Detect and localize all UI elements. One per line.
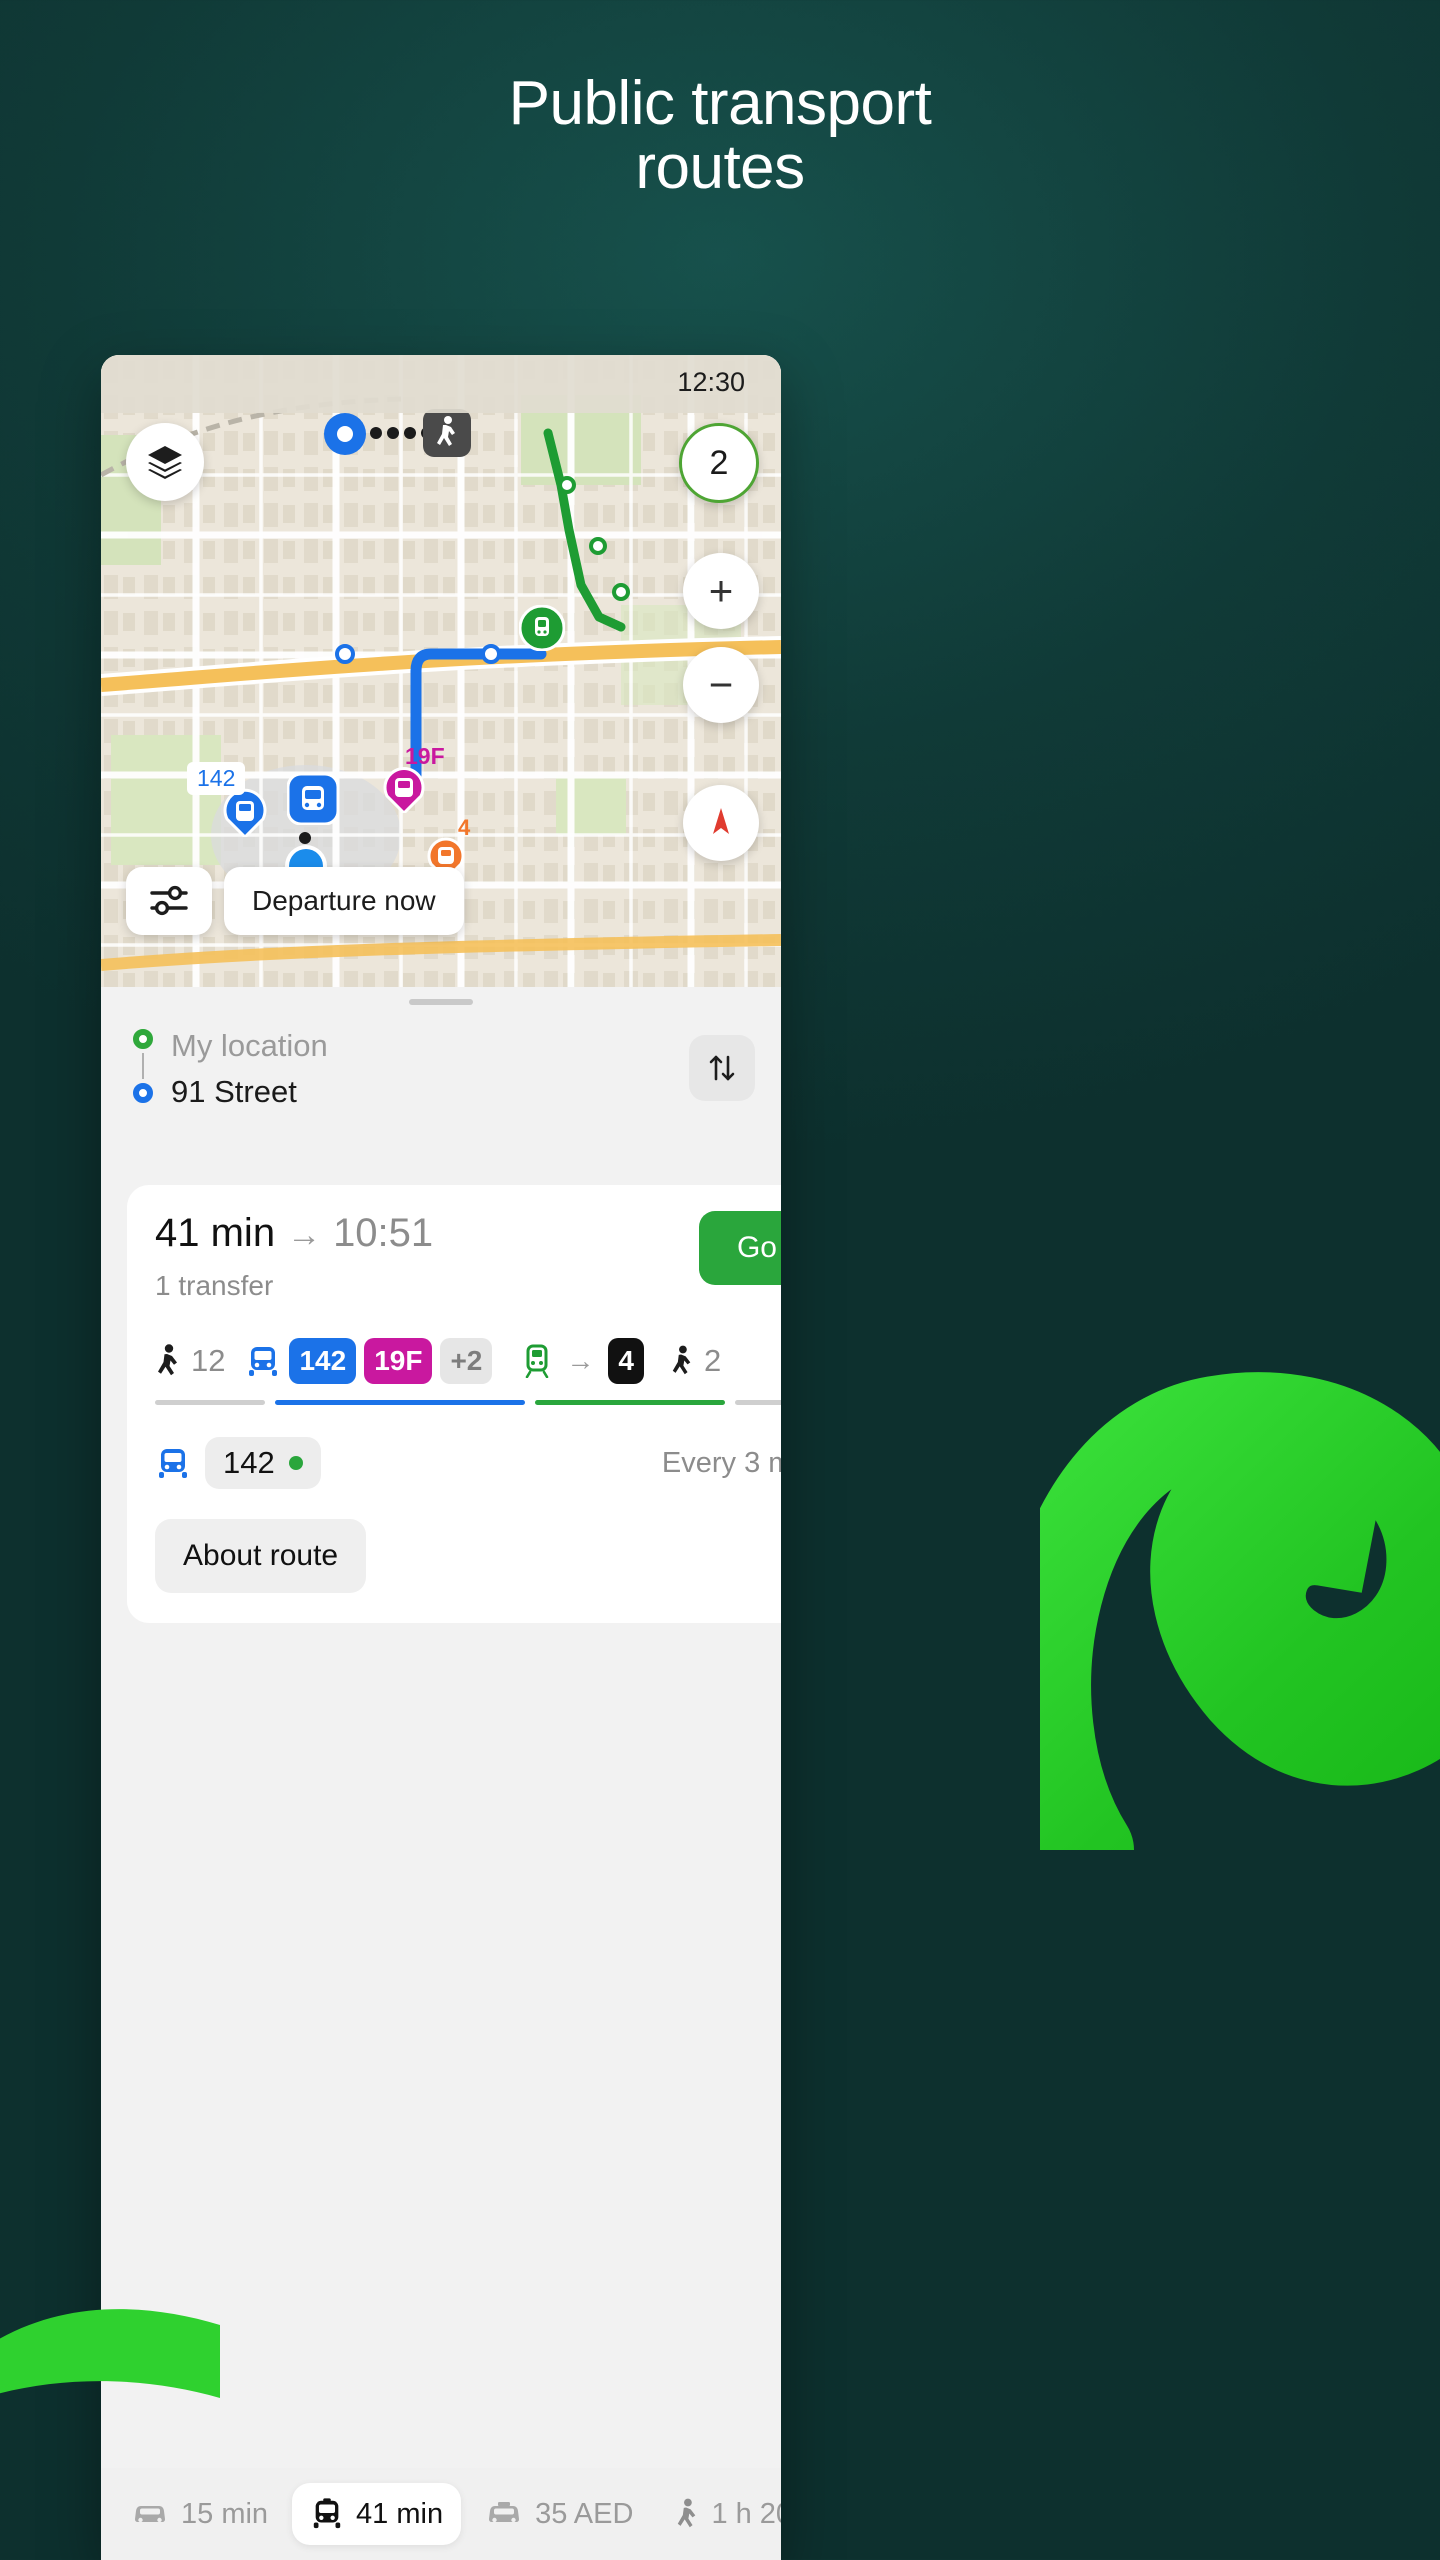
tab-walk-label: 1 h 20 m — [711, 2497, 781, 2530]
tab-car-label: 15 min — [181, 2497, 269, 2530]
map-label-tram-4: 4 — [458, 815, 471, 840]
pedestrian-icon — [672, 1345, 691, 1375]
route-duration-line: 41 min → 10:51 — [155, 1211, 699, 1256]
frequency-text: Every 3 min — [661, 1446, 781, 1479]
page-title: Public transport routes — [0, 69, 1440, 203]
taxi-icon — [489, 2502, 520, 2523]
tram-station-marker[interactable] — [519, 605, 565, 651]
bus-icon — [159, 1449, 187, 1478]
pedestrian-marker[interactable] — [423, 409, 471, 457]
origin-marker — [323, 412, 367, 456]
segment-bus: 142 19F +2 — [245, 1338, 493, 1384]
arrow-right-icon: → — [287, 1216, 322, 1254]
route-sheet: My location 91 Street 41 min → 10:51 1 t… — [101, 987, 781, 2560]
destination-dot — [133, 1083, 153, 1103]
tab-transit-label: 41 min — [356, 2497, 444, 2530]
endpoints-row: My location 91 Street — [101, 1005, 781, 1127]
route-eta: 10:51 — [333, 1211, 434, 1255]
route-cards: 41 min → 10:51 1 transfer Go 12 142 19F … — [101, 1185, 781, 1623]
route-filter-button[interactable] — [126, 867, 212, 935]
transport-mode-tabs: 15 min 41 min 35 AED 1 h 2 — [101, 2468, 781, 2560]
tab-transit[interactable]: 41 min — [292, 2483, 462, 2545]
tram-stop-marker-19f[interactable] — [383, 765, 425, 813]
destination-field[interactable]: 91 Street — [171, 1069, 689, 1115]
tab-taxi[interactable]: 35 AED — [467, 2484, 651, 2545]
route-segments: 12 142 19F +2 → 4 2 — [155, 1338, 781, 1384]
layers-icon — [148, 446, 182, 479]
endpoint-dots — [131, 1023, 171, 1103]
about-route-button[interactable]: About route — [155, 1519, 367, 1593]
tab-car[interactable]: 15 min — [113, 2484, 286, 2545]
compass-button[interactable] — [683, 785, 759, 861]
page-title-line2: routes — [635, 133, 805, 203]
segment-walk-end: 2 — [670, 1343, 721, 1379]
segment-progress-bars — [155, 1400, 781, 1405]
bus-icon — [313, 2498, 341, 2529]
map-view[interactable]: 12:30 142 19F 4 2 + − Departure now — [101, 355, 781, 987]
route-variants-button[interactable]: 2 — [679, 423, 759, 503]
frequency-line-number: 142 — [223, 1445, 275, 1480]
pedestrian-icon — [158, 1344, 177, 1376]
segment-bar-bus — [275, 1400, 525, 1405]
segment-bar-tram — [535, 1400, 725, 1405]
map-layers-button[interactable] — [126, 423, 204, 501]
segment-walk-end-minutes: 2 — [703, 1343, 722, 1378]
segment-arrow-icon: → — [566, 1345, 595, 1376]
phone-mockup: 12:30 142 19F 4 2 + − Departure now My l… — [101, 355, 781, 2560]
frequency-line-pill[interactable]: 142 — [205, 1437, 321, 1489]
zoom-out-button[interactable]: − — [683, 647, 759, 723]
route-summary: 41 min → 10:51 1 transfer — [155, 1211, 699, 1302]
pedestrian-icon — [678, 2498, 696, 2528]
segment-bar-walk — [155, 1400, 265, 1405]
frequency-left: 142 — [155, 1437, 662, 1489]
filter-sliders-icon — [150, 885, 188, 916]
map-label-bus-142: 142 — [187, 762, 246, 795]
departure-now-button[interactable]: Departure now — [224, 867, 464, 935]
origin-field[interactable]: My location — [171, 1023, 689, 1069]
route-card[interactable]: 41 min → 10:51 1 transfer Go 12 142 19F … — [127, 1185, 781, 1623]
endpoint-connector — [142, 1053, 144, 1079]
zoom-in-button[interactable]: + — [683, 553, 759, 629]
segment-walk-minutes: 12 — [191, 1343, 226, 1378]
car-icon — [135, 2506, 165, 2523]
segment-tram: → 4 — [522, 1338, 644, 1384]
endpoint-labels: My location 91 Street — [171, 1023, 689, 1115]
compass-icon — [713, 808, 729, 834]
live-status-dot — [288, 1456, 303, 1470]
line-badge-19f[interactable]: 19F — [364, 1338, 433, 1384]
origin-dot — [133, 1029, 153, 1049]
route-card-header: 41 min → 10:51 1 transfer Go — [155, 1211, 781, 1302]
route-duration: 41 min — [155, 1211, 276, 1255]
bus-icon — [249, 1347, 278, 1376]
segment-bar-walk-end — [735, 1400, 781, 1405]
map-label-tram-19f: 19F — [405, 743, 445, 769]
tab-walk[interactable]: 1 h 20 m — [657, 2484, 781, 2545]
line-badge-more[interactable]: +2 — [440, 1338, 493, 1384]
line-badge-4[interactable]: 4 — [608, 1338, 644, 1384]
tab-taxi-label: 35 AED — [535, 2497, 634, 2530]
tram-icon — [526, 1344, 549, 1378]
line-badge-142[interactable]: 142 — [289, 1338, 357, 1384]
decorative-green-ribbon — [1040, 1372, 1440, 1850]
swap-endpoints-button[interactable] — [689, 1035, 755, 1101]
departure-controls: Departure now — [126, 867, 464, 935]
frequency-row: 142 Every 3 min — [155, 1437, 781, 1489]
go-button[interactable]: Go — [698, 1211, 781, 1285]
swap-vertical-icon — [709, 1055, 735, 1081]
status-bar: 12:30 — [101, 355, 781, 413]
segment-walk-start: 12 — [155, 1343, 225, 1379]
bus-stop-marker-active[interactable] — [287, 773, 339, 825]
page-title-line1: Public transport — [508, 69, 932, 138]
route-transfers: 1 transfer — [155, 1270, 274, 1301]
status-clock: 12:30 — [677, 367, 745, 397]
